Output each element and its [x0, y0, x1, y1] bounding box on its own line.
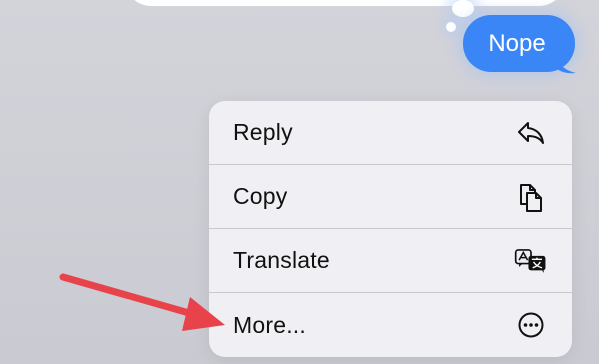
menu-item-label: Translate: [233, 247, 330, 273]
menu-item-label: Reply: [233, 119, 293, 145]
outgoing-message-text: Nope: [488, 29, 546, 57]
translate-icon: [514, 244, 548, 278]
context-menu: Reply Copy Translate More...: [209, 101, 572, 357]
menu-item-translate[interactable]: Translate: [209, 229, 572, 293]
previous-message-bubble: [125, 0, 565, 6]
red-annotation-arrow-icon: [59, 273, 225, 331]
menu-item-copy[interactable]: Copy: [209, 165, 572, 229]
copy-docs-icon: [514, 180, 548, 214]
menu-item-label: Copy: [233, 183, 288, 209]
menu-item-reply[interactable]: Reply: [209, 101, 572, 165]
bubble-tail: [556, 56, 576, 74]
tapback-dot-small: [446, 22, 456, 32]
menu-item-label: More...: [233, 311, 306, 338]
tapback-dot-large: [452, 0, 474, 17]
reply-arrow-icon: [514, 116, 548, 150]
menu-item-more[interactable]: More...: [209, 293, 572, 357]
ellipsis-circle-icon: [514, 308, 548, 342]
